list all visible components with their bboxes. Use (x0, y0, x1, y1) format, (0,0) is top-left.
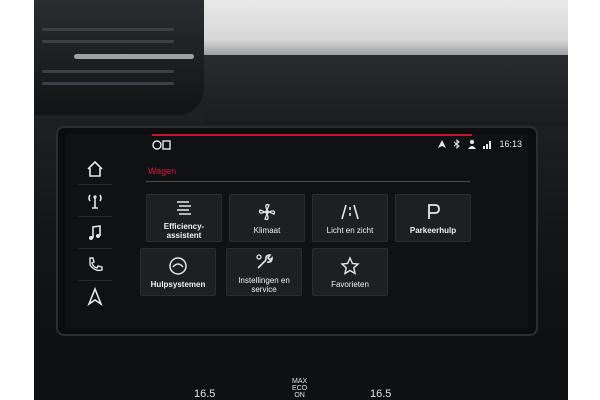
home-icon (87, 160, 103, 177)
navigation-icon (87, 287, 103, 307)
assist-icon (169, 257, 187, 275)
connectivity-icon[interactable] (152, 139, 172, 151)
title-divider (146, 181, 470, 182)
photo-border-left (0, 0, 34, 400)
right-temperature[interactable]: 16.5 (370, 388, 391, 400)
tile-instellingen-en-service[interactable]: Instellingen en service (226, 248, 302, 296)
tile-label: Licht en zicht (326, 226, 374, 235)
sidebar-item-home[interactable] (78, 154, 112, 185)
photo-border-right (568, 0, 600, 400)
status-bar: 16:13 (146, 138, 526, 154)
signal-icon (483, 141, 492, 149)
sidebar (66, 154, 120, 318)
user-icon (468, 140, 477, 149)
clock: 16:13 (499, 139, 522, 149)
sidebar-item-phone[interactable] (78, 250, 112, 281)
tile-label: Efficiency-assistent (163, 221, 205, 240)
dashboard-top (204, 55, 568, 125)
parking-icon (428, 204, 440, 219)
tile-hulpsystemen[interactable]: Hulpsystemen (140, 248, 216, 296)
phone-icon (89, 257, 103, 272)
climate-panel: 16.5 MAX ECO ON 16.5 (34, 350, 568, 400)
tile-label: Klimaat (253, 226, 281, 235)
eco-label: ECO (292, 385, 308, 392)
music-icon (89, 225, 101, 240)
air-vent (34, 0, 204, 115)
max-eco-button[interactable]: MAX ECO ON (292, 378, 307, 399)
bluetooth-icon (454, 139, 461, 149)
efficiency-icon (177, 200, 191, 215)
tile-label: Instellingen en service (238, 275, 290, 294)
radio-icon (88, 194, 102, 209)
sidebar-item-radio[interactable] (78, 186, 112, 217)
on-label: ON (294, 392, 305, 399)
light-icon (341, 204, 359, 220)
location-icon (438, 140, 447, 148)
tile-klimaat[interactable]: Klimaat (229, 194, 305, 242)
fan-icon (258, 203, 276, 221)
screen-accent-line (152, 134, 472, 136)
left-temperature[interactable]: 16.5 (194, 388, 215, 400)
page-title: Wagen (148, 166, 177, 176)
tile-label: Parkeerhulp (409, 226, 457, 235)
tile-efficiency[interactable]: Efficiency-assistent (146, 194, 222, 242)
tile-label: Hulpsystemen (150, 280, 206, 289)
wrench-icon (256, 253, 273, 269)
sidebar-item-music[interactable] (78, 218, 112, 249)
tile-parkeerhulp[interactable]: Parkeerhulp (395, 194, 471, 242)
max-label: MAX (292, 378, 308, 385)
tile-licht-en-zicht[interactable]: Licht en zicht (312, 194, 388, 242)
star-icon (340, 256, 360, 275)
sidebar-item-navigation[interactable] (78, 282, 112, 312)
vent-handle (74, 54, 194, 59)
infotainment-screen: 16:13 Wagen Efficiency-assistent Klimaat… (66, 134, 528, 328)
tile-favorieten[interactable]: Favorieten (312, 248, 388, 296)
tile-label: Favorieten (331, 280, 369, 289)
